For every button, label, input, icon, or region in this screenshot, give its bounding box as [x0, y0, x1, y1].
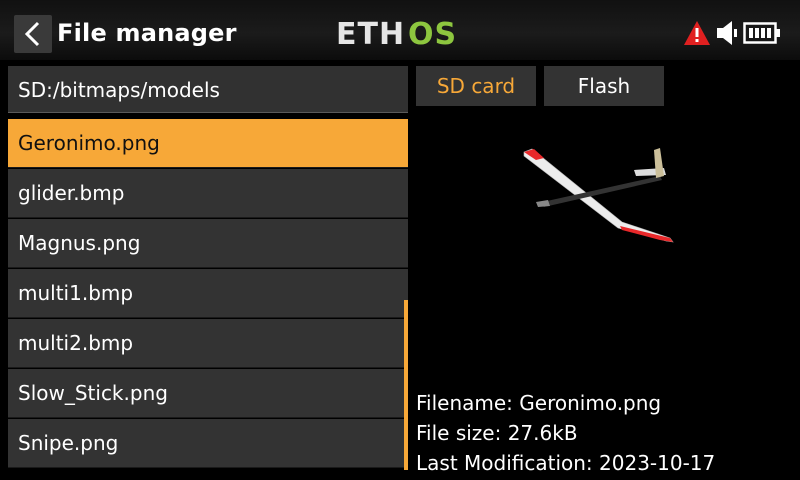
ethos-logo: ETH OS	[336, 18, 457, 48]
current-path: SD:/bitmaps/models	[8, 66, 408, 113]
svg-text:ETH: ETH	[336, 18, 405, 48]
tab-sd-card[interactable]: SD card	[416, 66, 536, 106]
file-name: glider.bmp	[18, 181, 125, 205]
list-scrollbar[interactable]	[404, 300, 408, 470]
page-title: File manager	[57, 19, 237, 47]
header-bar: File manager ETH OS	[0, 0, 800, 60]
list-item[interactable]: multi2.bmp	[8, 319, 408, 368]
list-item[interactable]: multi1.bmp	[8, 269, 408, 318]
back-button[interactable]	[14, 15, 52, 53]
back-arrow-icon	[24, 21, 40, 47]
svg-text:OS: OS	[408, 18, 457, 48]
warning-icon[interactable]	[683, 20, 711, 50]
list-item[interactable]: Snipe.png	[8, 419, 408, 468]
detail-filename: Filename: Geronimo.png	[416, 391, 662, 415]
file-name: multi2.bmp	[18, 331, 134, 355]
path-label: SD:/bitmaps/models	[18, 78, 220, 102]
speaker-icon[interactable]	[716, 20, 738, 50]
detail-last-modification: Last Modification: 2023-10-17	[416, 451, 716, 475]
file-name: multi1.bmp	[18, 281, 134, 305]
list-item[interactable]: Slow_Stick.png	[8, 369, 408, 418]
detail-file-size: File size: 27.6kB	[416, 421, 578, 445]
tab-flash[interactable]: Flash	[544, 66, 664, 106]
image-preview	[523, 148, 674, 243]
list-item[interactable]: Geronimo.png	[8, 119, 408, 168]
battery-icon[interactable]	[743, 20, 781, 50]
list-item[interactable]: glider.bmp	[8, 169, 408, 218]
file-details: Filename: Geronimo.png File size: 27.6kB…	[416, 388, 715, 478]
file-name: Snipe.png	[18, 431, 119, 455]
file-name: Magnus.png	[18, 231, 141, 255]
file-name: Slow_Stick.png	[18, 381, 168, 405]
list-item[interactable]: Magnus.png	[8, 219, 408, 268]
file-name: Geronimo.png	[18, 131, 160, 155]
